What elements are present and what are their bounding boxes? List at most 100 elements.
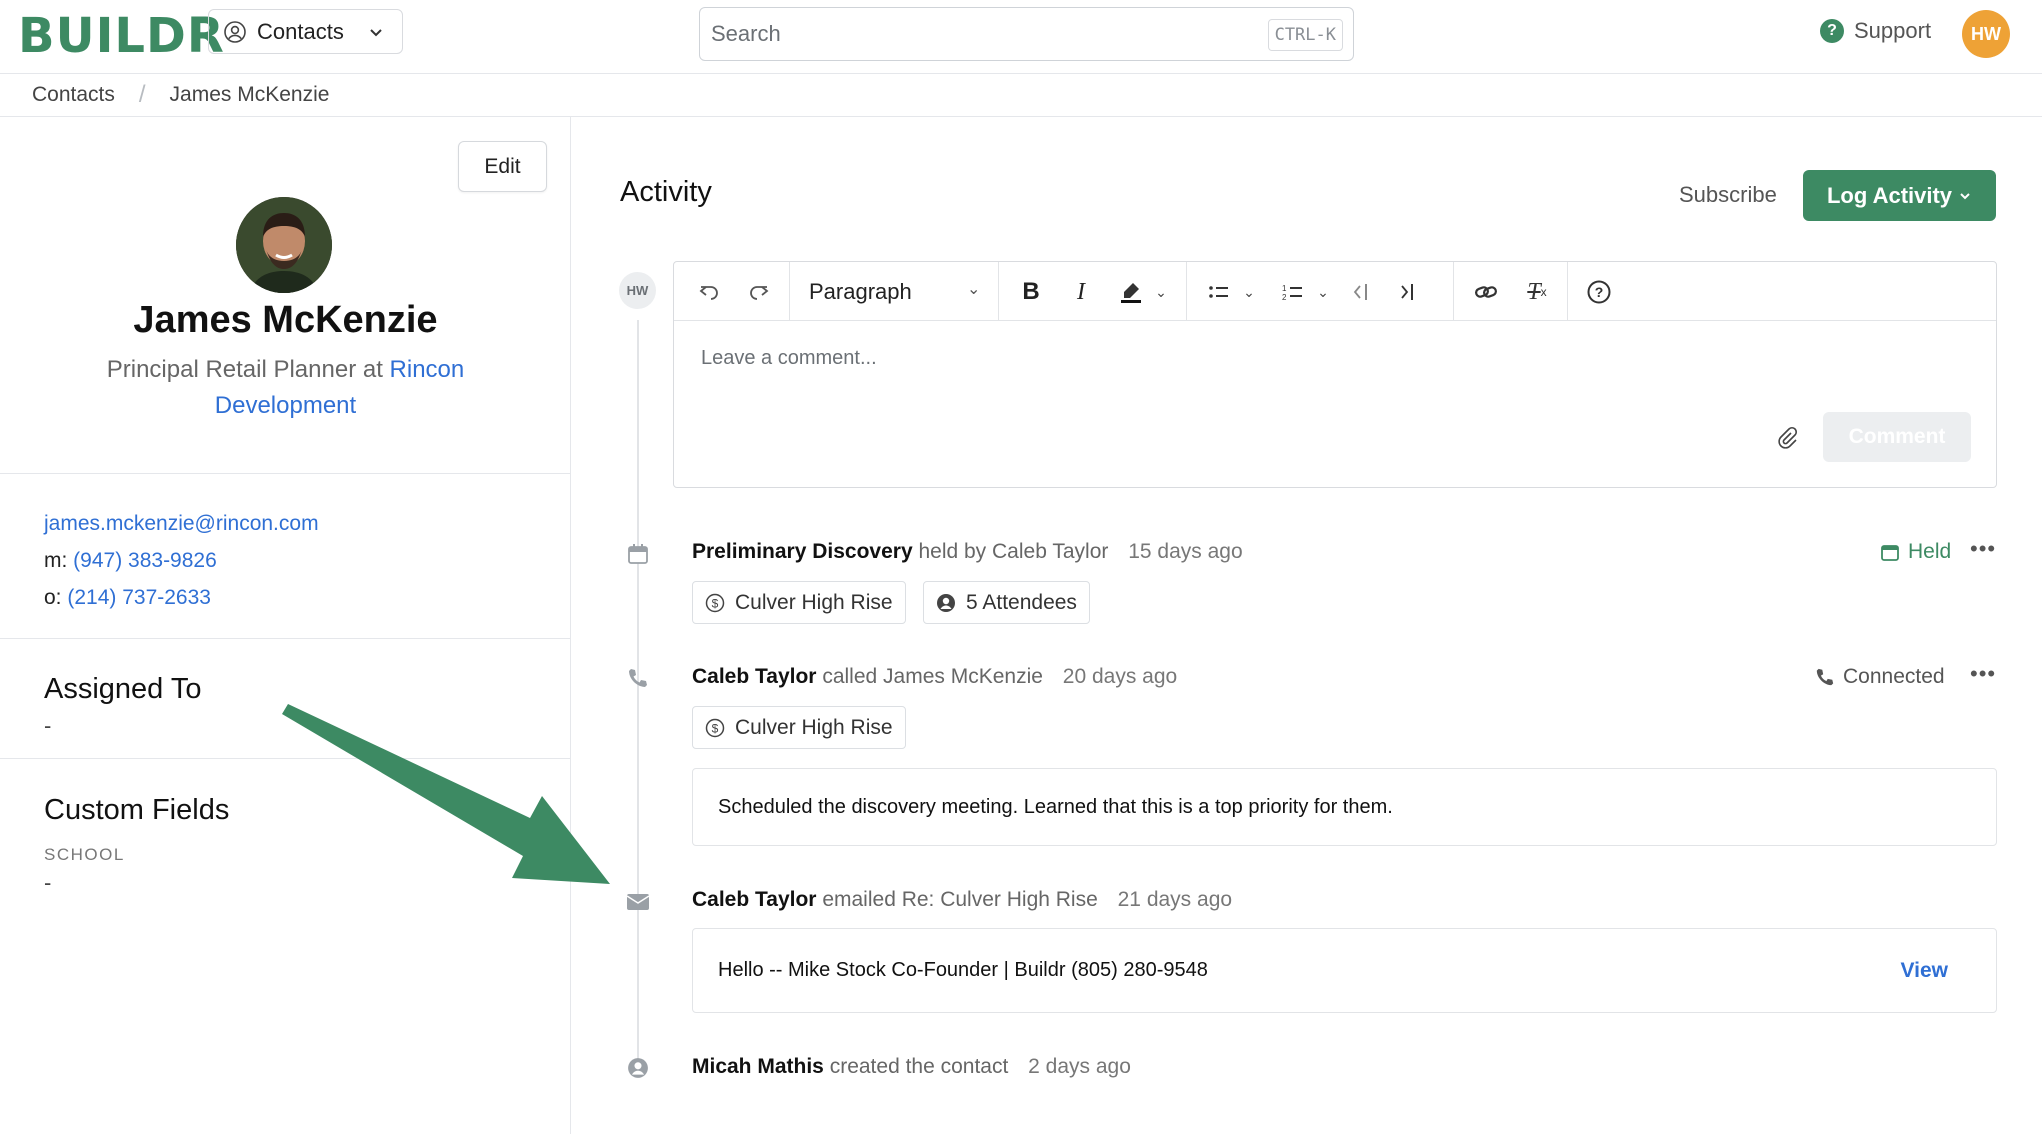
comment-button[interactable]: Comment — [1823, 412, 1971, 462]
indent-icon[interactable] — [1392, 276, 1422, 308]
svg-text:$: $ — [712, 721, 719, 735]
toolbar-divider — [789, 262, 790, 320]
user-circle-icon — [937, 593, 955, 612]
chevron-down-icon[interactable]: ⌄ — [1240, 276, 1258, 308]
event-time: 21 days ago — [1117, 888, 1233, 911]
mobile-phone-link[interactable]: (947) 383-9826 — [73, 549, 217, 572]
contact-name: James McKenzie — [133, 299, 438, 341]
svg-text:1: 1 — [1282, 284, 1287, 293]
meeting-status: Held — [1880, 540, 1951, 564]
user-avatar[interactable]: HW — [1962, 10, 2010, 58]
call-note-text: Scheduled the discovery meeting. Learned… — [718, 795, 1393, 818]
link-icon[interactable] — [1469, 276, 1503, 308]
email-row: james.mckenzie@rincon.com — [44, 512, 319, 536]
redo-icon[interactable] — [744, 276, 774, 308]
search-shortcut-badge: CTRL-K — [1267, 19, 1343, 51]
event-verb: emailed Re: Culver High Rise — [822, 888, 1098, 911]
help-circle-icon[interactable]: ? — [1584, 276, 1614, 308]
deal-chip-label: Culver High Rise — [735, 715, 893, 739]
log-activity-label: Log Activity — [1826, 182, 1953, 208]
comment-input[interactable]: Leave a comment... — [701, 347, 877, 370]
deal-chip[interactable]: $ Culver High Rise — [692, 706, 906, 749]
help-icon: ? — [1820, 19, 1844, 43]
attachment-icon[interactable] — [1775, 426, 1799, 456]
italic-icon[interactable]: I — [1066, 276, 1096, 308]
deal-chip[interactable]: $ Culver High Rise — [692, 581, 906, 624]
bullet-list-icon[interactable] — [1204, 276, 1234, 308]
support-link[interactable]: ? Support — [1820, 18, 1931, 44]
event-time: 15 days ago — [1128, 540, 1243, 563]
section-divider — [0, 473, 571, 474]
event-actor[interactable]: Caleb Taylor — [692, 665, 816, 688]
timeline-line — [637, 320, 639, 1060]
annotation-arrow — [282, 704, 610, 884]
view-email-link[interactable]: View — [1901, 959, 1948, 983]
event-actor[interactable]: Micah Mathis — [692, 1055, 824, 1078]
event-actor[interactable]: Caleb Taylor — [692, 888, 816, 911]
breadcrumb: Contacts / James McKenzie — [0, 74, 2042, 117]
event-call-summary: Caleb Taylor called James McKenzie 20 da… — [692, 665, 1177, 689]
assigned-to-heading: Assigned To — [44, 673, 202, 705]
paragraph-label: Paragraph — [809, 279, 912, 304]
mobile-row: m: (947) 383-9826 — [44, 549, 217, 573]
log-activity-button[interactable]: Log Activity — [1803, 170, 1996, 221]
chevron-down-icon[interactable]: ⌄ — [1152, 276, 1170, 308]
support-label: Support — [1854, 18, 1932, 43]
top-bar: BUILDR Contacts Search CTRL-K ? Support … — [0, 0, 2042, 74]
workspace-select[interactable]: Contacts — [208, 9, 403, 54]
app-logo[interactable]: BUILDR — [18, 8, 225, 64]
toolbar-divider — [1567, 262, 1568, 320]
more-options-icon[interactable]: ••• — [1970, 536, 1996, 562]
breadcrumb-contacts[interactable]: Contacts — [32, 83, 115, 107]
event-subject[interactable]: Preliminary Discovery — [692, 540, 913, 563]
breadcrumb-separator: / — [138, 81, 146, 108]
svg-text:2: 2 — [1282, 293, 1287, 302]
office-phone-link[interactable]: (214) 737-2633 — [67, 586, 211, 609]
school-value: - — [44, 870, 52, 895]
dollar-icon: $ — [705, 593, 725, 612]
breadcrumb-current: James McKenzie — [169, 83, 330, 106]
highlight-icon[interactable] — [1114, 276, 1148, 308]
event-email-summary: Caleb Taylor emailed Re: Culver High Ris… — [692, 888, 1232, 912]
meeting-status-label: Held — [1908, 540, 1952, 563]
contact-job-title: Principal Retail Planner at Rincon Devel… — [80, 352, 491, 424]
user-circle-icon — [626, 1056, 650, 1080]
event-time: 20 days ago — [1062, 665, 1178, 688]
edit-button[interactable]: Edit — [458, 141, 547, 192]
envelope-icon — [626, 890, 650, 914]
call-note-card: Scheduled the discovery meeting. Learned… — [692, 768, 1997, 846]
chevron-down-icon[interactable]: ⌄ — [1314, 276, 1332, 308]
outdent-icon[interactable] — [1346, 276, 1376, 308]
attendees-chip[interactable]: 5 Attendees — [923, 581, 1090, 624]
mobile-label: m: — [44, 549, 68, 572]
calendar-icon — [626, 542, 650, 566]
contacts-icon — [224, 20, 246, 43]
numbered-list-icon[interactable]: 12 — [1278, 276, 1308, 308]
school-label: SCHOOL — [44, 845, 125, 864]
undo-icon[interactable] — [694, 276, 724, 308]
assigned-to-value: - — [44, 713, 52, 738]
toolbar-divider — [1186, 262, 1187, 320]
editor-toolbar: Paragraph ⌄ B I ⌄ ⌄ 12 ⌄ Tx ? — [674, 262, 1996, 321]
office-label: o: — [44, 586, 62, 609]
more-options-icon[interactable]: ••• — [1970, 661, 1996, 687]
chevron-down-icon — [1960, 192, 1970, 199]
event-meeting-summary: Preliminary Discovery held by Caleb Tayl… — [692, 540, 1243, 564]
deal-chip-label: Culver High Rise — [735, 590, 893, 614]
email-link[interactable]: james.mckenzie@rincon.com — [44, 512, 319, 535]
calendar-icon — [1881, 545, 1899, 561]
attendees-chip-label: 5 Attendees — [966, 590, 1077, 614]
email-preview-card[interactable]: Hello -- Mike Stock Co-Founder | Buildr … — [692, 928, 1997, 1013]
chevron-down-icon: ⌄ — [967, 281, 981, 298]
dollar-icon: $ — [705, 718, 725, 737]
workspace-label: Contacts — [257, 18, 344, 44]
phone-icon — [1816, 668, 1834, 686]
bold-icon[interactable]: B — [1016, 276, 1046, 308]
event-verb: created the contact — [829, 1055, 1009, 1078]
clear-format-icon[interactable]: Tx — [1520, 276, 1554, 308]
email-preview-text: Hello -- Mike Stock Co-Founder | Buildr … — [718, 959, 1208, 981]
chevron-down-icon — [370, 28, 382, 36]
search-input[interactable]: Search CTRL-K — [699, 7, 1354, 61]
subscribe-button[interactable]: Subscribe — [1679, 182, 1777, 208]
toolbar-divider — [998, 262, 999, 320]
